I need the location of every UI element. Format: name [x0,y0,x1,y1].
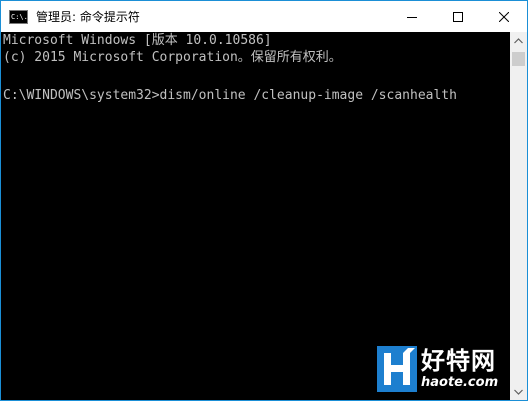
watermark-text: 好特网 haote.com [421,347,498,391]
chevron-up-icon [514,37,523,43]
title-bar[interactable]: C:\. 管理员: 命令提示符 [1,1,527,32]
watermark-brand: 好特网 [421,347,496,375]
window-title: 管理员: 命令提示符 [36,10,140,24]
haote-logo-icon [377,346,417,392]
maximize-button[interactable] [435,1,481,32]
console-icon[interactable]: C:\. [9,9,28,24]
minimize-icon [407,16,417,18]
console-line-version: Microsoft Windows [版本 10.0.10586] [3,33,272,48]
close-icon [499,11,509,22]
maximize-icon [453,11,463,22]
console-line-copyright: (c) 2015 Microsoft Corporation。保留所有权利。 [3,50,342,65]
vertical-scrollbar[interactable] [510,32,527,400]
console-line-command: C:\WINDOWS\system32>dism/online /cleanup… [3,88,457,103]
scroll-thumb[interactable] [512,52,525,66]
minimize-button[interactable] [389,1,435,32]
command-prompt-window: C:\. 管理员: 命令提示符 Microsoft Windows [版本 10… [0,0,528,401]
close-button[interactable] [481,1,527,32]
haote-watermark: 好特网 haote.com [377,343,498,395]
scroll-down-button[interactable] [510,383,527,400]
chevron-down-icon [514,389,523,395]
window-controls [389,1,527,32]
watermark-url: haote.com [421,375,499,390]
logo-letter-h-icon [377,346,417,392]
scroll-up-button[interactable] [510,32,527,49]
